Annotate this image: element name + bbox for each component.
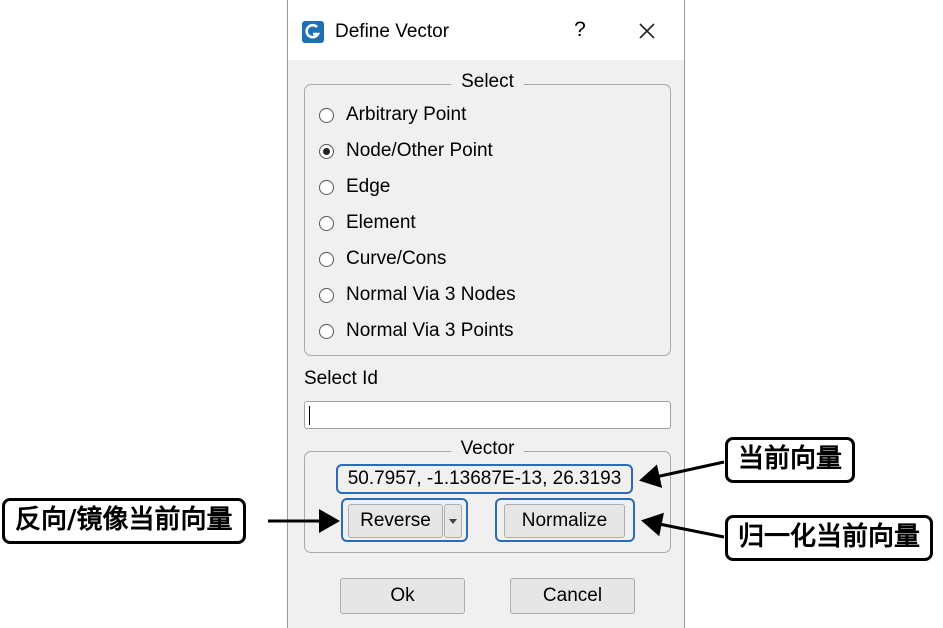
- annotation-reverse: 反向/镜像当前向量: [2, 498, 246, 544]
- annotation-normalize: 归一化当前向量: [725, 515, 934, 561]
- annotation-current-vector: 当前向量: [725, 437, 856, 483]
- arrow-to-normalize: [641, 512, 725, 539]
- arrow-to-vector-value: [639, 460, 725, 488]
